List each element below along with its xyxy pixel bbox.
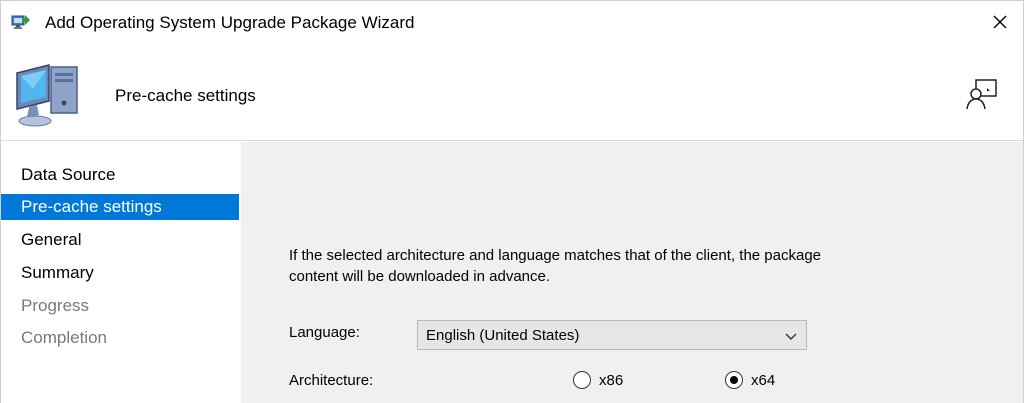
page-title: Pre-cache settings [115, 86, 256, 105]
language-dropdown[interactable]: English (United States) [417, 320, 807, 350]
close-button[interactable] [977, 1, 1023, 43]
nav-item-data-source[interactable]: Data Source [1, 162, 239, 188]
title-bar: Add Operating System Upgrade Package Wiz… [1, 1, 1023, 43]
app-wizard-icon [11, 15, 30, 29]
chevron-down-icon [785, 333, 797, 340]
description-line: content will be downloaded in advance. [289, 268, 551, 285]
nav-item-pre-cache-settings[interactable]: Pre-cache settings [1, 194, 239, 220]
radio-x86[interactable]: x86 [573, 371, 623, 389]
architecture-label: Architecture: [289, 372, 374, 389]
wizard-window: Add Operating System Upgrade Package Wiz… [0, 0, 1024, 403]
computer-icon [16, 64, 78, 127]
radio-x64[interactable]: x64 [725, 371, 775, 389]
wizard-nav: Data Source Pre-cache settings General S… [1, 142, 241, 403]
nav-item-summary[interactable]: Summary [1, 260, 239, 286]
language-label: Language: [289, 324, 360, 341]
wizard-content: If the selected architecture and languag… [241, 142, 1023, 403]
nav-item-completion: Completion [21, 328, 107, 347]
nav-item-general[interactable]: General [1, 227, 239, 253]
window-title: Add Operating System Upgrade Package Wiz… [45, 13, 415, 32]
language-selected-value: English (United States) [426, 327, 580, 344]
radio-label-x86: x86 [599, 371, 624, 389]
help-icon[interactable] [965, 77, 999, 111]
radio-circle-x86[interactable] [573, 371, 591, 389]
radio-label-x64: x64 [751, 371, 776, 389]
radio-circle-x64[interactable] [725, 371, 743, 389]
close-icon [993, 15, 1007, 29]
description-line: If the selected architecture and languag… [289, 247, 822, 264]
wizard-header: Pre-cache settings [1, 43, 1023, 141]
nav-item-progress: Progress [21, 296, 90, 315]
description-text: If the selected architecture and languag… [289, 245, 889, 287]
